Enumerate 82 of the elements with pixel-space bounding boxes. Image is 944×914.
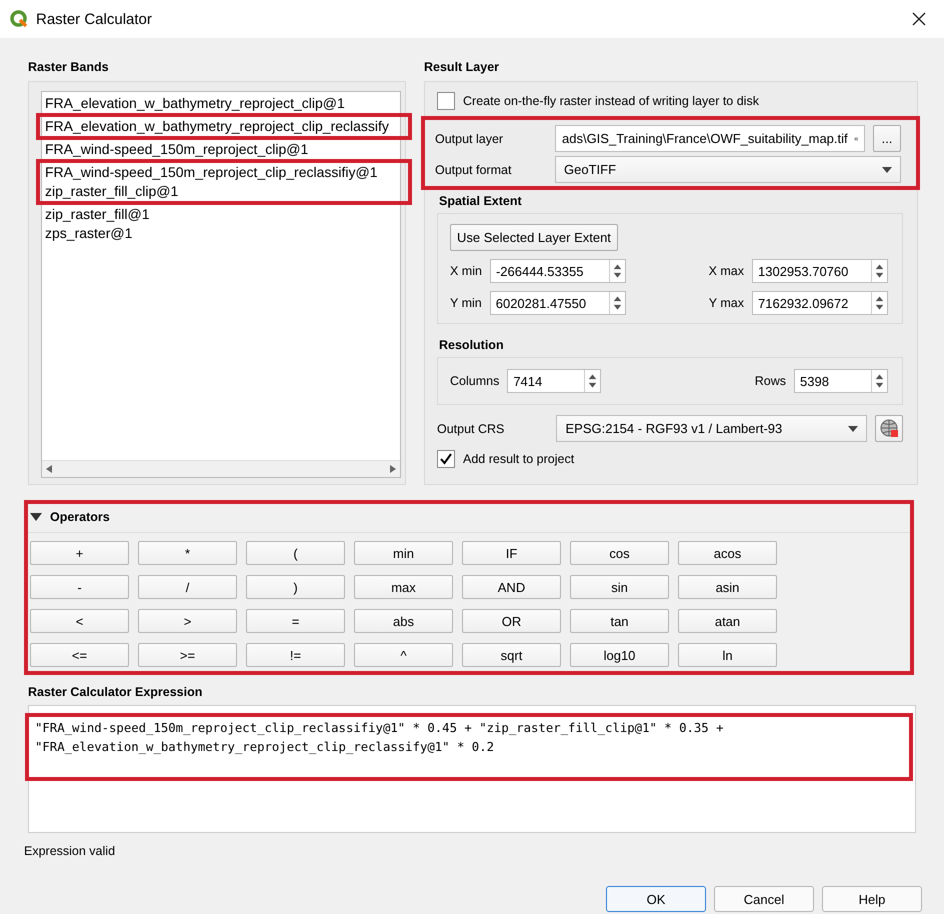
- dialog-button[interactable]: Help: [822, 886, 922, 912]
- checkbox-label: Create on-the-fly raster instead of writing layer to disk: [463, 94, 759, 108]
- browse-button[interactable]: ...: [873, 125, 901, 152]
- operator-button[interactable]: acos: [678, 541, 777, 565]
- operator-button[interactable]: atan: [678, 609, 777, 633]
- section-title: Resolution: [439, 338, 505, 352]
- checkbox[interactable]: [437, 92, 455, 110]
- operator-button[interactable]: tan: [570, 609, 669, 633]
- field-label: Output CRS: [437, 422, 506, 436]
- operator-button[interactable]: max: [354, 575, 453, 599]
- band-item[interactable]: zps_raster@1: [41, 224, 408, 243]
- operator-button[interactable]: OR: [462, 609, 561, 633]
- number-field[interactable]: -266444.53355: [490, 259, 626, 283]
- operator-button[interactable]: ): [246, 575, 345, 599]
- number-field[interactable]: 6020281.47550: [490, 291, 626, 315]
- status-text: Expression valid: [24, 844, 116, 858]
- checkbox-label: Add result to project: [463, 452, 574, 466]
- dialog-button[interactable]: Cancel: [714, 886, 814, 912]
- output-format-dropdown[interactable]: GeoTIFF: [555, 156, 901, 183]
- number-field[interactable]: 1302953.70760: [752, 259, 888, 283]
- checkbox[interactable]: [437, 450, 455, 468]
- operator-button[interactable]: <: [30, 609, 129, 633]
- operator-button[interactable]: -: [30, 575, 129, 599]
- operator-button[interactable]: ln: [678, 643, 777, 667]
- operator-button[interactable]: cos: [570, 541, 669, 565]
- section-title: Result Layer: [424, 60, 500, 74]
- field-label: Columns: [450, 374, 500, 388]
- number-field[interactable]: 7414: [507, 369, 602, 393]
- operator-button[interactable]: >: [138, 609, 237, 633]
- operator-button[interactable]: +: [30, 541, 129, 565]
- use-extent-button[interactable]: Use Selected Layer Extent: [450, 224, 618, 251]
- operator-button[interactable]: asin: [678, 575, 777, 599]
- globe-icon: [879, 418, 900, 438]
- operator-button[interactable]: sin: [570, 575, 669, 599]
- crs-select-button[interactable]: [875, 415, 903, 442]
- collapse-arrow-icon[interactable]: [30, 512, 42, 522]
- scroll-right-icon[interactable]: [390, 465, 396, 473]
- section-title: Raster Bands: [28, 60, 110, 74]
- operator-button[interactable]: *: [138, 541, 237, 565]
- operator-button[interactable]: (: [246, 541, 345, 565]
- window-title: Raster Calculator: [36, 10, 153, 28]
- band-item[interactable]: FRA_elevation_w_bathymetry_reproject_clip_reclassify: [41, 117, 408, 136]
- number-field[interactable]: 7162932.09672: [752, 291, 888, 315]
- operator-button[interactable]: IF: [462, 541, 561, 565]
- band-item[interactable]: FRA_wind-speed_150m_reproject_clip_reclassifiy@1: [41, 163, 408, 182]
- operator-button[interactable]: !=: [246, 643, 345, 667]
- expression-text: "FRA_wind-speed_150m_reproject_clip_reclassifiy@1" * 0.45 + "zip_raster_fill_clip@1" * 0.35 + "FRA_elevation_w_bathymetry_reproject_clip_reclassify@1" * 0.2: [35, 720, 725, 756]
- output-crs-dropdown[interactable]: EPSG:2154 - RGF93 v1 / Lambert-93: [556, 415, 868, 442]
- dialog-button[interactable]: OK: [606, 886, 706, 912]
- app-logo-icon: [10, 10, 28, 28]
- close-icon[interactable]: [912, 12, 926, 26]
- field-label: Output layer: [435, 132, 504, 146]
- field-label: X min: [450, 264, 482, 278]
- section-title: Raster Calculator Expression: [28, 685, 204, 699]
- operator-button[interactable]: abs: [354, 609, 453, 633]
- caret-icon: [882, 166, 892, 172]
- operator-button[interactable]: min: [354, 541, 453, 565]
- band-item[interactable]: zip_raster_fill@1: [41, 205, 408, 224]
- number-field[interactable]: 5398: [794, 369, 888, 393]
- operator-button[interactable]: log10: [570, 643, 669, 667]
- section-title: Spatial Extent: [439, 194, 523, 208]
- field-label: Rows: [754, 374, 786, 388]
- field-label: Y max: [708, 296, 744, 310]
- band-item[interactable]: zip_raster_fill_clip@1: [41, 182, 408, 201]
- operator-button[interactable]: sqrt: [462, 643, 561, 667]
- operator-button[interactable]: ^: [354, 643, 453, 667]
- operator-button[interactable]: >=: [138, 643, 237, 667]
- field-label: Y min: [450, 296, 482, 310]
- caret-icon: [848, 426, 858, 432]
- scroll-left-icon[interactable]: [46, 465, 52, 473]
- output-layer-field[interactable]: ads\GIS_Training\France\OWF_suitability_map.tif: [555, 125, 865, 152]
- band-item[interactable]: FRA_wind-speed_150m_reproject_clip@1: [41, 140, 408, 159]
- expression-editor[interactable]: "FRA_wind-speed_150m_reproject_clip_reclassifiy@1" * 0.45 + "zip_raster_fill_clip@1" * 0.35 + "FRA_elevation_w_bathymetry_reproject_clip_reclassify@1" * 0.2: [28, 705, 916, 833]
- operator-button[interactable]: AND: [462, 575, 561, 599]
- operator-button[interactable]: =: [246, 609, 345, 633]
- field-label: X max: [708, 264, 744, 278]
- operator-button[interactable]: /: [138, 575, 237, 599]
- field-label: Output format: [435, 162, 512, 176]
- band-item[interactable]: FRA_elevation_w_bathymetry_reproject_clip@1: [41, 94, 408, 113]
- operator-button[interactable]: <=: [30, 643, 129, 667]
- section-title: Operators: [50, 510, 110, 524]
- horizontal-scrollbar[interactable]: [42, 460, 400, 477]
